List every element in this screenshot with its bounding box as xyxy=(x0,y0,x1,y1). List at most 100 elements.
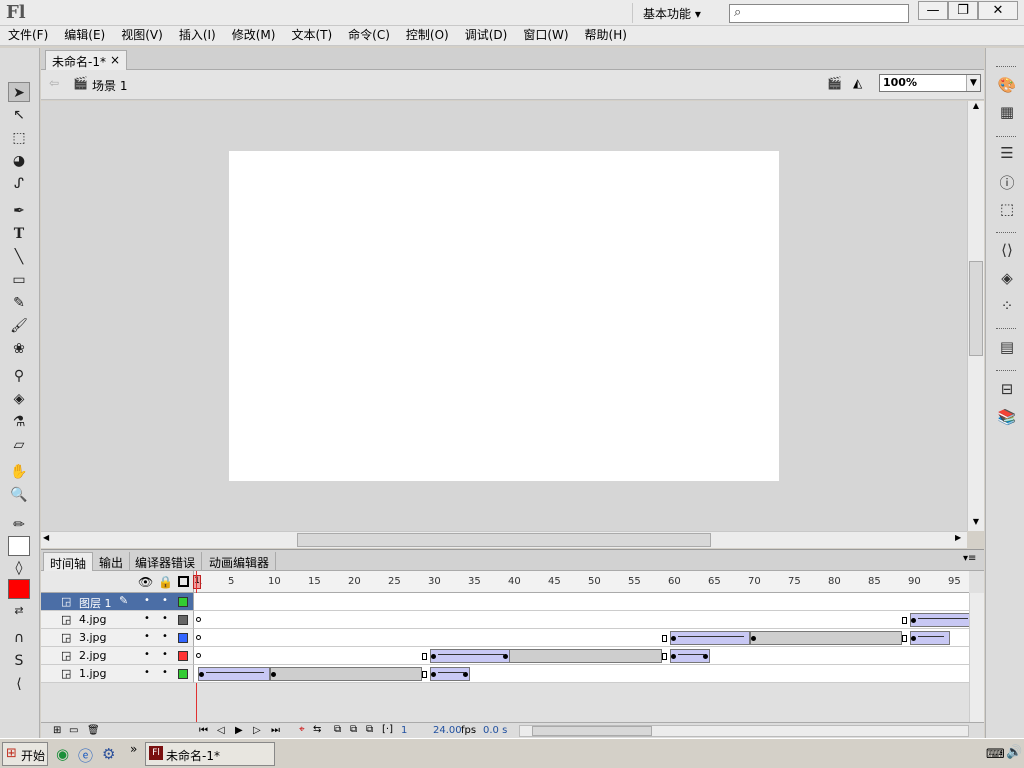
static-frame-span[interactable] xyxy=(270,667,422,681)
taskbar-window-button[interactable]: Fl 未命名-1* xyxy=(145,742,275,766)
library-books-icon[interactable]: 📚 xyxy=(996,408,1018,428)
lock-dot[interactable]: • xyxy=(162,667,168,678)
info-icon[interactable]: ⓘ xyxy=(996,172,1018,192)
center-frame-icon[interactable]: ⌖ xyxy=(299,724,305,735)
new-layer-icon[interactable]: ⊞ xyxy=(53,725,61,736)
keyframe[interactable] xyxy=(463,672,468,677)
layer-outline-color[interactable] xyxy=(178,633,188,643)
visibility-dot[interactable]: • xyxy=(144,667,150,678)
keyframe[interactable] xyxy=(271,672,276,677)
menu-file[interactable]: 文件(F) xyxy=(0,26,56,46)
stage[interactable] xyxy=(229,151,779,481)
end-frame-marker[interactable] xyxy=(902,635,907,642)
ie-icon[interactable]: ⓔ xyxy=(78,745,93,766)
menu-view[interactable]: 视图(V) xyxy=(113,26,171,46)
workspace-switcher[interactable]: 基本功能 ▾ xyxy=(632,3,716,23)
color-palette-icon[interactable]: 🎨 xyxy=(996,76,1018,96)
layer-outline-color[interactable] xyxy=(178,651,188,661)
prev-frame-icon[interactable]: ◁ xyxy=(217,725,225,736)
keyframe[interactable] xyxy=(911,636,916,641)
bone-tool-icon[interactable]: ⚲ xyxy=(8,366,30,386)
align-icon[interactable]: ☰ xyxy=(996,144,1018,164)
transform-icon[interactable]: ⬚ xyxy=(996,200,1018,220)
hand-tool-icon[interactable]: ✋ xyxy=(8,462,30,482)
back-arrow-icon[interactable]: ⇦ xyxy=(49,76,59,90)
empty-keyframe[interactable] xyxy=(196,653,201,658)
lock-dot[interactable]: • xyxy=(162,649,168,660)
keyframe[interactable] xyxy=(503,654,508,659)
stroke-color-icon[interactable]: ✏ xyxy=(8,515,30,535)
brush-tool-icon[interactable]: 🖌 xyxy=(8,316,30,336)
3d-rotation-tool-icon[interactable]: ◕ xyxy=(8,151,30,171)
keyframe[interactable] xyxy=(671,636,676,641)
frame-row[interactable] xyxy=(193,647,969,665)
document-tab[interactable]: 未命名-1* × xyxy=(45,50,127,70)
panel-menu-icon[interactable]: ▾≡ xyxy=(963,553,976,564)
horizontal-scrollbar[interactable]: ◀ ▶ xyxy=(41,531,967,548)
snap-to-objects-icon[interactable]: ∩ xyxy=(8,628,30,648)
tween-span[interactable] xyxy=(910,613,969,627)
browser-icon[interactable]: ◉ xyxy=(56,745,69,763)
end-frame-marker[interactable] xyxy=(422,671,427,678)
fill-color-swatch[interactable] xyxy=(8,579,30,599)
scroll-up-icon[interactable]: ▲ xyxy=(969,101,983,115)
eyedropper-tool-icon[interactable]: ⚗ xyxy=(8,412,30,432)
scroll-left-icon[interactable]: ◀ xyxy=(43,533,49,542)
subselection-tool-icon[interactable]: ↖ xyxy=(8,105,30,125)
layer-name[interactable]: 3.jpg xyxy=(79,631,107,644)
next-frame-icon[interactable]: ▷ xyxy=(253,725,261,736)
tab-timeline[interactable]: 时间轴 xyxy=(43,552,94,571)
keyboard-icon[interactable]: ⌨ xyxy=(986,747,1005,762)
lock-icon[interactable]: 🔒 xyxy=(158,575,173,589)
scroll-down-icon[interactable]: ▼ xyxy=(969,517,983,531)
onion-skin-icon[interactable]: ⧉ xyxy=(334,724,341,735)
more-icon[interactable]: » xyxy=(130,742,137,756)
deco-tool-icon[interactable]: ❀ xyxy=(8,339,30,359)
visibility-dot[interactable]: • xyxy=(144,631,150,642)
end-frame-marker[interactable] xyxy=(422,653,427,660)
empty-keyframe[interactable] xyxy=(196,635,201,640)
panel-grip[interactable] xyxy=(996,136,1016,139)
paint-bucket-tool-icon[interactable]: ◈ xyxy=(8,389,30,409)
keyframe[interactable] xyxy=(911,618,916,623)
fill-color-icon[interactable]: ◊ xyxy=(8,558,30,578)
actions-icon[interactable]: ⟨⟩ xyxy=(996,241,1018,261)
minimize-button[interactable]: — xyxy=(918,1,948,20)
onion-outline-icon[interactable]: ⧉ xyxy=(350,724,357,735)
maximize-button[interactable]: ❐ xyxy=(948,1,978,20)
timeline-vertical-scrollbar[interactable] xyxy=(969,593,984,723)
menu-debug[interactable]: 调试(D) xyxy=(457,26,516,46)
help-search-input[interactable]: ⌕ xyxy=(729,4,909,23)
timeline-scroll-thumb[interactable] xyxy=(532,726,652,736)
lock-dot[interactable]: • xyxy=(162,631,168,642)
close-button[interactable]: ✕ xyxy=(978,1,1018,20)
frame-ruler[interactable]: 15101520253035404550556065707580859095 xyxy=(193,571,969,593)
pen-tool-icon[interactable]: ✒ xyxy=(8,201,30,221)
visibility-dot[interactable]: • xyxy=(144,613,150,624)
text-tool-icon[interactable]: T xyxy=(8,224,30,244)
menu-text[interactable]: 文本(T) xyxy=(283,26,340,46)
play-icon[interactable]: ▶ xyxy=(235,725,243,736)
layer-outline-color[interactable] xyxy=(178,615,188,625)
keyframe[interactable] xyxy=(431,672,436,677)
end-frame-marker[interactable] xyxy=(662,653,667,660)
edit-symbols-icon[interactable]: ◭ xyxy=(853,76,862,90)
scene-label[interactable]: 场景 1 xyxy=(92,77,127,94)
pencil-tool-icon[interactable]: ✎ xyxy=(8,293,30,313)
timeline-horizontal-scrollbar[interactable] xyxy=(519,725,969,737)
first-frame-icon[interactable]: ⏮ xyxy=(199,725,208,736)
modify-markers-icon[interactable]: [·] xyxy=(382,724,393,735)
rectangle-tool-icon[interactable]: ▭ xyxy=(8,270,30,290)
layer-outline-color[interactable] xyxy=(178,597,188,607)
chevron-down-icon[interactable]: ▼ xyxy=(966,75,980,91)
frame-rate[interactable]: 24.00 xyxy=(433,725,462,736)
sound-icon[interactable]: 🔊 xyxy=(1006,745,1022,760)
lasso-tool-icon[interactable]: ᔑ xyxy=(8,174,30,194)
panel-grip[interactable] xyxy=(996,328,1016,331)
visibility-dot[interactable]: • xyxy=(144,595,150,606)
edit-multiple-frames-icon[interactable]: ⧉ xyxy=(366,724,373,735)
layer-row[interactable]: ◲ 图层 1 ✎ • • xyxy=(41,593,193,611)
keyframe[interactable] xyxy=(199,672,204,677)
panel-grip[interactable] xyxy=(996,232,1016,235)
keyframe[interactable] xyxy=(751,636,756,641)
